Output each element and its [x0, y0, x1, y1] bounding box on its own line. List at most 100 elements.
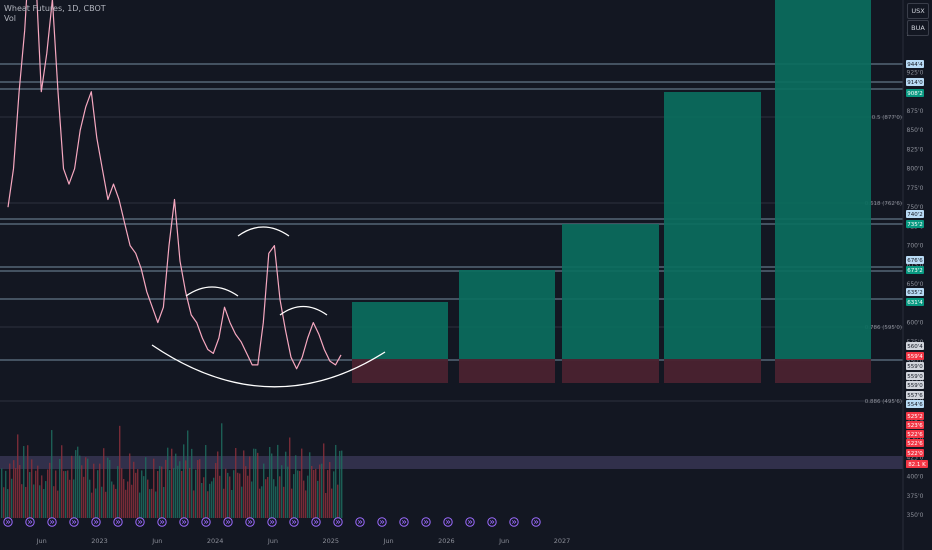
volume-bar [281, 465, 283, 518]
volume-bar [169, 470, 171, 518]
volume-bar [89, 479, 91, 518]
volume-bar [221, 423, 223, 518]
time-axis-tick-label: Jun [267, 537, 278, 545]
volume-bar [271, 453, 273, 518]
volume-bar [43, 489, 45, 518]
volume-bar [211, 481, 213, 518]
volume-bar [101, 486, 103, 518]
price-level-tag-label: 557'6 [907, 393, 923, 399]
volume-bar [247, 475, 249, 518]
position-loss-zone [562, 359, 659, 383]
volume-bar [131, 484, 133, 518]
volume-bar [251, 481, 253, 518]
position-profit-zone [459, 270, 555, 359]
volume-bar [163, 486, 165, 518]
price-level-tag-label: 735'2 [907, 222, 923, 228]
price-level-tag-label: 554'6 [907, 402, 923, 408]
volume-bar [215, 463, 217, 518]
volume-bar [245, 466, 247, 518]
position-loss-zone [459, 359, 555, 383]
volume-bar [293, 474, 295, 518]
chart-canvas[interactable]: 0.5 (877'0)0.618 (762'6)0.786 (595'0)0.8… [0, 0, 932, 550]
volume-bar [165, 459, 167, 518]
currency-unit-button[interactable]: USX [907, 3, 929, 19]
volume-bar [205, 445, 207, 518]
volume-bar [195, 469, 197, 518]
volume-bar [199, 459, 201, 518]
price-level-tag-label: 522'6 [907, 432, 923, 438]
volume-bar [145, 457, 147, 518]
volume-bar [291, 488, 293, 518]
volume-bar [317, 480, 319, 518]
volume-bar [261, 486, 263, 518]
price-axis-tick-label: 375'0 [907, 493, 924, 500]
volume-bar [11, 478, 13, 518]
volume-bar [235, 447, 237, 518]
volume-bar [15, 468, 17, 518]
volume-bar [33, 484, 35, 518]
volume-bar [183, 444, 185, 518]
volume-bar [289, 437, 291, 518]
volume-bar [47, 469, 49, 518]
volume-bar [67, 470, 69, 518]
volume-bar [143, 476, 145, 518]
position-profit-zone [775, 0, 871, 359]
position-profit-zone [562, 224, 659, 359]
price-level-tag-label: 525'2 [907, 414, 923, 420]
price-axis-tick-label: 350'0 [907, 512, 924, 519]
volume-bar [305, 490, 307, 518]
volume-bar [81, 465, 83, 518]
volume-bar [107, 457, 109, 518]
time-axis-tick-label: 2023 [91, 537, 108, 545]
volume-bar [125, 489, 127, 518]
volume-bar [3, 487, 5, 518]
volume-bar [7, 489, 9, 518]
volume-bar [277, 444, 279, 518]
volume-bar [243, 450, 245, 518]
volume-bar [99, 463, 101, 518]
volume-bar [333, 471, 335, 518]
price-level-tag-label: 631'4 [907, 300, 923, 306]
price-axis-tick-label: 700'0 [907, 243, 924, 250]
volume-bar [35, 470, 37, 518]
volume-bar [123, 479, 125, 518]
volume-bar [153, 458, 155, 518]
fib-level-label: 0.5 (877'0) [872, 115, 902, 121]
volume-bar [335, 444, 337, 518]
volume-bar [275, 486, 277, 518]
volume-bar [189, 467, 191, 518]
volume-bar [51, 430, 53, 518]
volume-bar [301, 448, 303, 518]
unit-of-measure-button[interactable]: BUA [907, 20, 929, 36]
volume-bar [133, 461, 135, 518]
price-level-tag-label: 740'2 [907, 212, 923, 218]
volume-bar [257, 452, 259, 518]
position-loss-zone [775, 359, 871, 383]
volume-bar [259, 488, 261, 518]
volume-bar [159, 466, 161, 518]
volume-bar [311, 465, 313, 518]
volume-bar [55, 470, 57, 518]
volume-bar [179, 461, 181, 518]
volume-bar [37, 465, 39, 518]
volume-bar [59, 458, 61, 518]
volume-bar [217, 451, 219, 518]
time-axis-tick-label: Jun [498, 537, 509, 545]
volume-bar [31, 459, 33, 518]
volume-bar [273, 479, 275, 518]
volume-bar [87, 458, 89, 518]
volume-bar [249, 456, 251, 518]
volume-bar [117, 466, 119, 518]
price-level-tag-label: 944'4 [907, 62, 923, 68]
volume-bar [285, 451, 287, 518]
position-profit-zone [352, 302, 448, 359]
price-level-tag-label: 559'0 [907, 364, 923, 370]
volume-bar [161, 466, 163, 518]
volume-bar [181, 470, 183, 518]
volume-bar [219, 475, 221, 518]
volume-bar [139, 492, 141, 518]
volume-bar [147, 479, 149, 518]
volume-bar [57, 490, 59, 518]
price-level-tag-label: 560'4 [907, 344, 923, 350]
volume-bar [105, 491, 107, 518]
